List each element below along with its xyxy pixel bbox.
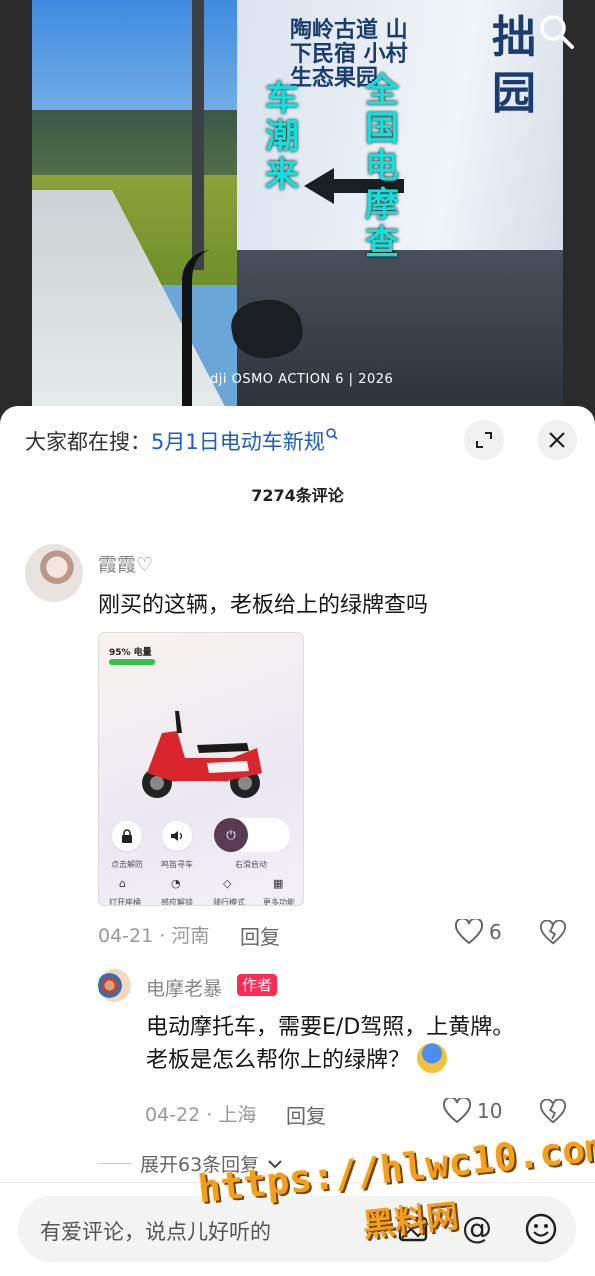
emoji-icon <box>417 1043 448 1073</box>
mode-icon: ◇ <box>223 877 232 890</box>
reply-button[interactable]: 回复 <box>286 1100 326 1129</box>
grid-icon: ▦ <box>273 877 284 890</box>
camera-brand-watermark: dji OSMO ACTION 6 | 2026 <box>210 372 394 387</box>
video-overlay-left: 车潮来 <box>265 79 299 195</box>
like-button[interactable]: 10 <box>443 1098 502 1124</box>
reply-text-line-content: 老板是怎么帮你上的绿牌？ <box>146 1048 411 1073</box>
video-trees <box>32 110 242 180</box>
video-overlay-right: 全国电摩查 <box>365 71 399 263</box>
button-label: 右滑启动 <box>235 860 267 869</box>
battery-label: 95% 电量 <box>109 648 152 658</box>
avatar[interactable] <box>98 969 131 1002</box>
watermark-name: 黑料网 <box>360 1196 461 1245</box>
search-suggestion[interactable]: 大家都在搜：5月1日电动车新规 <box>25 426 339 456</box>
like-count: 6 <box>489 920 502 944</box>
avatar[interactable] <box>25 544 83 602</box>
author-badge: 作者 <box>237 974 278 996</box>
broken-heart-icon[interactable] <box>540 920 566 946</box>
heart-icon <box>443 1098 471 1124</box>
comment-text: 刚买的这辆，老板给上的绿牌查吗 <box>98 593 429 618</box>
search-suggestion-prefix: 大家都在搜： <box>25 430 151 454</box>
like-count: 10 <box>477 1099 503 1123</box>
reply-username[interactable]: 电摩老暴 <box>146 974 222 1001</box>
button-label: 点击解防 <box>111 860 143 869</box>
seat-icon: ⌂ <box>119 877 126 890</box>
search-small-icon <box>325 428 338 440</box>
lock-icon <box>122 829 132 843</box>
button-label: 鸣笛寻车 <box>161 860 193 869</box>
close-button[interactable] <box>537 420 577 460</box>
search-suggestion-query[interactable]: 5月1日电动车新规 <box>151 430 325 454</box>
video-pole <box>192 0 204 270</box>
speaker-icon <box>171 831 183 841</box>
reply-button[interactable]: 回复 <box>240 921 280 950</box>
function-label: 骑行模式 <box>213 898 245 906</box>
scooter-image <box>142 711 262 798</box>
battery-bar <box>109 659 157 665</box>
comment-count: 7274条评论 <box>251 486 344 505</box>
like-button[interactable]: 6 <box>455 919 502 945</box>
comment-image[interactable]: 95% 电量 ⏻ 点击解防 鸣笛寻车 右滑启动 ⌂ ◔ ◇ ▦ 打开座桶 感应解… <box>98 632 304 906</box>
video-player[interactable]: 陶岭古道 山下民宿 小村 生态果园 拙园 车潮来 全国电摩查 dji OSMO … <box>32 0 563 420</box>
function-label: 更多功能 <box>263 898 295 906</box>
start-slider[interactable]: ⏻ <box>214 818 290 852</box>
reply-text: 电动摩托车，需要E/D驾照，上黄牌。 老板是怎么帮你上的绿牌？ <box>146 1012 566 1076</box>
close-icon <box>549 432 565 448</box>
broken-heart-icon[interactable] <box>540 1099 566 1125</box>
reply-text-line: 老板是怎么帮你上的绿牌？ <box>146 1043 566 1076</box>
divider-line <box>98 1163 132 1164</box>
comment-meta: 04-21 · 河南 <box>98 925 210 947</box>
reply-text-line: 电动摩托车，需要E/D驾照，上黄牌。 <box>146 1015 515 1040</box>
battery-fill <box>109 659 155 665</box>
heart-icon <box>455 919 483 945</box>
horn-button[interactable] <box>162 821 192 851</box>
app-root: 陶岭古道 山下民宿 小村 生态果园 拙园 车潮来 全国电摩查 dji OSMO … <box>0 0 595 1276</box>
comment-username[interactable]: 霞霞♡ <box>98 550 153 577</box>
reply-meta: 04-22 · 上海 <box>145 1104 257 1126</box>
search-icon[interactable] <box>537 12 577 52</box>
function-label: 打开座桶 <box>109 898 141 906</box>
expand-icon <box>476 432 492 448</box>
power-icon: ⏻ <box>214 818 248 852</box>
expand-button[interactable] <box>464 420 504 460</box>
lock-button[interactable] <box>112 821 142 851</box>
function-label: 感应解锁 <box>161 898 193 906</box>
unlock-icon: ◔ <box>171 877 181 890</box>
